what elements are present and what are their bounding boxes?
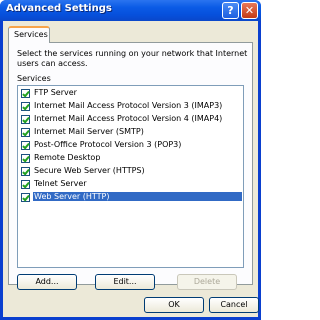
title-bar[interactable]: Advanced Settings ? ✕ <box>0 0 261 21</box>
checkbox[interactable] <box>21 193 30 202</box>
service-label: Remote Desktop <box>34 153 101 162</box>
service-label: Post-Office Protocol Version 3 (POP3) <box>34 140 182 149</box>
edit-button[interactable]: Edit... <box>95 274 155 290</box>
checkbox[interactable] <box>21 102 30 111</box>
list-item[interactable]: Remote Desktop <box>19 153 242 164</box>
dialog-window: Advanced Settings ? ✕ Services Select th… <box>0 0 261 320</box>
close-button[interactable]: ✕ <box>241 2 258 19</box>
dialog-body: Services Select the services running on … <box>3 21 259 317</box>
list-item[interactable]: Post-Office Protocol Version 3 (POP3) <box>19 140 242 151</box>
checkbox[interactable] <box>21 154 30 163</box>
delete-button: Delete <box>177 274 237 290</box>
list-item[interactable]: FTP Server <box>19 88 242 99</box>
checkbox[interactable] <box>21 128 30 137</box>
close-icon: ✕ <box>244 4 255 17</box>
services-heading: Services <box>17 74 51 83</box>
window-title: Advanced Settings <box>6 3 112 14</box>
help-icon: ? <box>227 4 234 17</box>
checkbox[interactable] <box>21 89 30 98</box>
service-label: FTP Server <box>34 88 77 97</box>
cancel-button[interactable]: Cancel <box>209 297 259 313</box>
list-item[interactable]: Internet Mail Access Protocol Version 4 … <box>19 114 242 125</box>
service-label: Internet Mail Access Protocol Version 4 … <box>34 114 223 123</box>
checkbox[interactable] <box>21 167 30 176</box>
list-item[interactable]: Internet Mail Server (SMTP) <box>19 127 242 138</box>
service-label: Web Server (HTTP) <box>33 192 242 201</box>
add-button[interactable]: Add... <box>17 274 77 290</box>
service-label: Secure Web Server (HTTPS) <box>34 166 145 175</box>
list-item[interactable]: Internet Mail Access Protocol Version 3 … <box>19 101 242 112</box>
checkbox[interactable] <box>21 180 30 189</box>
tab-panel: Select the services running on your netw… <box>8 42 253 290</box>
checkbox[interactable] <box>21 115 30 124</box>
list-item-selected[interactable]: Web Server (HTTP) <box>19 192 242 203</box>
list-item[interactable]: Telnet Server <box>19 179 242 190</box>
tab-label: Services <box>14 30 48 39</box>
help-button[interactable]: ? <box>222 2 239 19</box>
service-label: Telnet Server <box>34 179 87 188</box>
service-label: Internet Mail Server (SMTP) <box>34 127 144 136</box>
service-label: Internet Mail Access Protocol Version 3 … <box>34 101 223 110</box>
checkbox[interactable] <box>21 141 30 150</box>
tab-services[interactable]: Services <box>8 26 50 43</box>
list-item[interactable]: Secure Web Server (HTTPS) <box>19 166 242 177</box>
ok-button[interactable]: OK <box>144 297 204 313</box>
services-list[interactable]: FTP Server Internet Mail Access Protocol… <box>17 85 244 268</box>
description-text: Select the services running on your netw… <box>17 49 248 68</box>
